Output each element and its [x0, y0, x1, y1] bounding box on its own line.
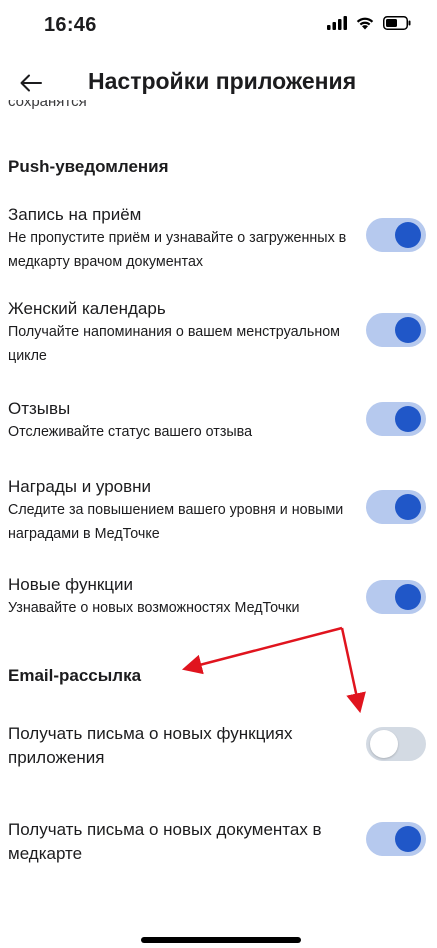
scrolled-text: сохранятся	[8, 100, 87, 110]
setting-row-reviews: Отзывы Отслеживайте статус вашего отзыва	[8, 398, 428, 444]
status-bar: 16:46	[0, 0, 437, 52]
setting-title: Новые функции	[8, 575, 134, 594]
setting-title: Получать письма о новых функциях приложе…	[8, 724, 293, 767]
battery-icon	[383, 16, 411, 30]
toggle-knob	[395, 317, 421, 343]
toggle-email-features[interactable]	[366, 727, 426, 761]
toggle-knob	[395, 406, 421, 432]
toggle-knob	[395, 584, 421, 610]
cellular-signal-icon	[327, 16, 347, 30]
arrow-left-icon	[20, 74, 42, 92]
setting-subtitle: Следите за повышением вашего уровня и но…	[8, 502, 344, 542]
back-button[interactable]	[14, 66, 48, 100]
section-title-email: Email-рассылка	[8, 666, 142, 685]
wifi-icon	[356, 17, 374, 30]
setting-row-rewards: Награды и уровни Следите за повышением в…	[8, 476, 428, 546]
toggle-email-documents[interactable]	[366, 822, 426, 856]
toggle-new-features[interactable]	[366, 580, 426, 614]
setting-subtitle: Узнавайте о новых возможностях МедТочки	[8, 600, 300, 616]
annotation-arrows	[181, 626, 366, 714]
setting-title: Запись на приём	[8, 205, 142, 224]
toggle-female-calendar[interactable]	[366, 313, 426, 347]
toggle-rewards[interactable]	[366, 490, 426, 524]
setting-subtitle: Получайте напоминания о вашем менструаль…	[8, 324, 340, 364]
setting-row-email-documents: Получать письма о новых документах в мед…	[8, 818, 428, 866]
home-indicator	[141, 937, 301, 943]
toggle-knob	[395, 494, 421, 520]
setting-title: Женский календарь	[8, 299, 166, 318]
page-title: Настройки приложения	[88, 68, 357, 94]
annotation-arrow-to-toggle	[340, 627, 366, 714]
setting-title: Получать письма о новых документах в мед…	[8, 820, 322, 863]
toggle-knob	[395, 222, 421, 248]
section-title-push: Push-уведомления	[8, 157, 169, 176]
setting-row-female-calendar: Женский календарь Получайте напоминания …	[8, 298, 428, 368]
setting-row-email-features: Получать письма о новых функциях приложе…	[8, 722, 428, 770]
toggle-appointments[interactable]	[366, 218, 426, 252]
setting-row-appointments: Запись на приём Не пропустите приём и уз…	[8, 204, 428, 274]
toggle-knob	[395, 826, 421, 852]
setting-subtitle: Отслеживайте статус вашего отзыва	[8, 424, 253, 440]
status-icons	[327, 16, 411, 30]
status-time: 16:46	[44, 14, 97, 36]
annotation-arrow-to-email-title	[181, 626, 343, 675]
setting-row-new-features: Новые функции Узнавайте о новых возможно…	[8, 574, 428, 620]
setting-title: Награды и уровни	[8, 477, 152, 496]
setting-title: Отзывы	[8, 399, 71, 418]
setting-subtitle: Не пропустите приём и узнавайте о загруж…	[8, 230, 347, 270]
toggle-knob	[370, 730, 398, 758]
toggle-reviews[interactable]	[366, 402, 426, 436]
